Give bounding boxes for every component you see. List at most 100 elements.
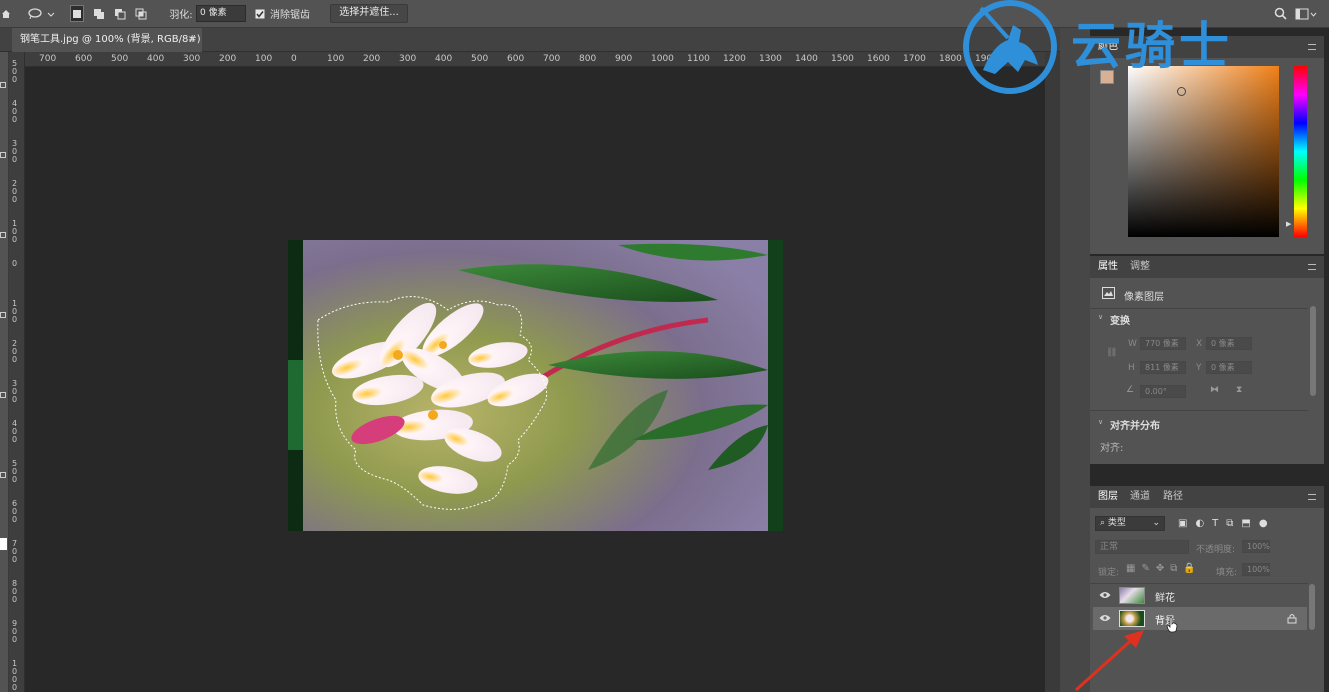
ruler-tick-label: 100 <box>12 219 18 244</box>
hue-slider[interactable] <box>1294 66 1307 237</box>
ruler-tick-label: 300 <box>12 139 18 164</box>
hue-slider-handle[interactable]: ▶ <box>1286 220 1291 228</box>
ruler-tick-label: 1000 <box>12 659 18 692</box>
tool-icon[interactable] <box>0 312 6 318</box>
ruler-tick-label: 400 <box>147 54 165 64</box>
select-and-mask-button[interactable]: 选择并遮住... <box>330 4 408 23</box>
tab-properties[interactable]: 属性 <box>1098 256 1118 278</box>
workspace-icon[interactable] <box>1295 5 1317 22</box>
blend-mode-select[interactable]: 正常 <box>1095 540 1189 554</box>
eye-icon[interactable] <box>1099 591 1111 599</box>
ruler-tick-label: 900 <box>12 619 18 644</box>
canvas-area[interactable] <box>25 67 1045 692</box>
panel-menu-icon[interactable] <box>1308 264 1316 270</box>
chevron-down-icon[interactable]: ∨ <box>1098 418 1103 426</box>
chevron-down-icon: ⌄ <box>1152 518 1160 528</box>
ruler-tick-label: 800 <box>579 54 597 64</box>
foreground-swatch-icon[interactable] <box>0 538 7 550</box>
ruler-tick-label: 600 <box>12 499 18 524</box>
ruler-tick-label: 400 <box>435 54 453 64</box>
divider <box>1090 308 1308 309</box>
new-selection-icon[interactable] <box>70 5 84 22</box>
flower-image <box>288 240 783 531</box>
knight-logo-icon <box>963 0 1057 94</box>
layer-row[interactable]: 鲜花 <box>1093 584 1307 607</box>
ruler-tick-label: 500 <box>471 54 489 64</box>
layer-filter-icons[interactable]: ▣◐T⧉⬒● <box>1178 518 1276 529</box>
ruler-tick-label: 100 <box>12 299 18 324</box>
tab-channels[interactable]: 通道 <box>1130 486 1150 508</box>
properties-panel: 属性 调整 像素图层 ∨ 变换 W 770 像素 X 0 像素 ⛓ H 811 … <box>1090 256 1324 464</box>
layer-filter-label: 类型 <box>1107 518 1126 528</box>
angle-input[interactable]: 0.00° <box>1140 385 1186 398</box>
angle-icon: ∠ <box>1126 385 1135 395</box>
panel-menu-icon[interactable] <box>1308 44 1316 50</box>
ruler-tick-label: 1400 <box>795 54 818 64</box>
annotation-arrow-icon <box>1074 630 1144 692</box>
subtract-selection-icon[interactable] <box>113 5 127 22</box>
home-icon[interactable] <box>0 5 12 22</box>
tool-icon[interactable] <box>0 472 6 478</box>
ruler-tick-label: 100 <box>327 54 345 64</box>
ruler-tick-label: 1500 <box>831 54 854 64</box>
layer-thumbnail <box>1119 610 1145 627</box>
fill-input[interactable]: 100% <box>1242 563 1270 576</box>
tab-layers[interactable]: 图层 <box>1098 486 1118 508</box>
search-icon: ⌕ <box>1100 518 1108 528</box>
layer-row-selected[interactable]: 背景 <box>1093 607 1307 630</box>
tool-icon[interactable] <box>0 232 6 238</box>
y-input[interactable]: 0 像素 <box>1206 361 1252 374</box>
opacity-input[interactable]: 100% <box>1242 540 1270 553</box>
layer-filter-select[interactable]: ⌕ 类型 ⌄ <box>1095 516 1165 531</box>
ruler-tick-label: 200 <box>219 54 237 64</box>
ruler-tick-label: 700 <box>39 54 57 64</box>
height-input[interactable]: 811 像素 <box>1140 361 1186 374</box>
document-tab-bar: 钢笔工具.jpg @ 100% (背景, RGB/8#) * × <box>0 28 1060 69</box>
feather-input[interactable]: 0 像素 <box>196 5 246 22</box>
properties-scrollbar[interactable] <box>1310 306 1316 396</box>
tool-icon[interactable] <box>0 82 6 88</box>
flip-horizontal-icon[interactable]: ⧓ <box>1210 385 1219 395</box>
add-selection-icon[interactable] <box>92 5 106 22</box>
fill-label: 填充: <box>1216 568 1238 578</box>
ruler-tick-label: 400 <box>12 99 18 124</box>
opacity-label: 不透明度: <box>1196 545 1236 555</box>
tool-icon[interactable] <box>0 152 6 158</box>
lock-icon[interactable] <box>1287 613 1297 624</box>
vertical-scrollbar[interactable] <box>1045 52 1060 692</box>
ruler-tick-label: 1300 <box>759 54 782 64</box>
ruler-tick-label: 1000 <box>651 54 674 64</box>
panel-dock-strip <box>1060 28 1090 692</box>
document-tab[interactable]: 钢笔工具.jpg @ 100% (背景, RGB/8#) * × <box>12 28 202 69</box>
layer-type-label: 像素图层 <box>1124 292 1164 303</box>
x-input[interactable]: 0 像素 <box>1206 337 1252 350</box>
chevron-down-icon[interactable]: ∨ <box>1098 313 1103 321</box>
lock-icons[interactable]: ▦✎✥⧉🔒 <box>1126 563 1202 574</box>
hand-cursor-icon <box>1166 617 1178 633</box>
antialias-checkbox[interactable] <box>254 5 266 22</box>
tool-icon[interactable] <box>0 392 6 398</box>
ruler-tick-label: 0 <box>12 259 18 268</box>
flip-vertical-icon[interactable]: ⧗ <box>1236 385 1242 395</box>
tab-adjustments[interactable]: 调整 <box>1130 256 1150 278</box>
ruler-tick-label: 1600 <box>867 54 890 64</box>
ruler-tick-label: 0 <box>291 54 297 64</box>
layers-scrollbar[interactable] <box>1309 584 1315 630</box>
ruler-tick-label: 600 <box>507 54 525 64</box>
lasso-tool-icon[interactable] <box>26 5 56 22</box>
ruler-tick-label: 700 <box>543 54 561 64</box>
ruler-tick-label: 1800 <box>939 54 962 64</box>
tab-paths[interactable]: 路径 <box>1163 486 1183 508</box>
intersect-selection-icon[interactable] <box>134 5 148 22</box>
panel-menu-icon[interactable] <box>1308 494 1316 500</box>
eye-icon[interactable] <box>1099 614 1111 622</box>
ruler-tick-label: 500 <box>12 59 18 84</box>
antialias-label: 消除锯齿 <box>270 10 310 21</box>
link-icon[interactable]: ⛓ <box>1106 348 1117 358</box>
layer-name: 鲜花 <box>1155 593 1175 604</box>
ruler-tick-label: 400 <box>12 419 18 444</box>
horizontal-ruler: 700 600 500 400 300 200 100 0 100 200 300 400 500 600… <box>25 52 1060 67</box>
width-input[interactable]: 770 像素 <box>1140 337 1186 350</box>
close-tab-icon[interactable]: × <box>188 28 196 52</box>
ruler-tick-label: 1700 <box>903 54 926 64</box>
